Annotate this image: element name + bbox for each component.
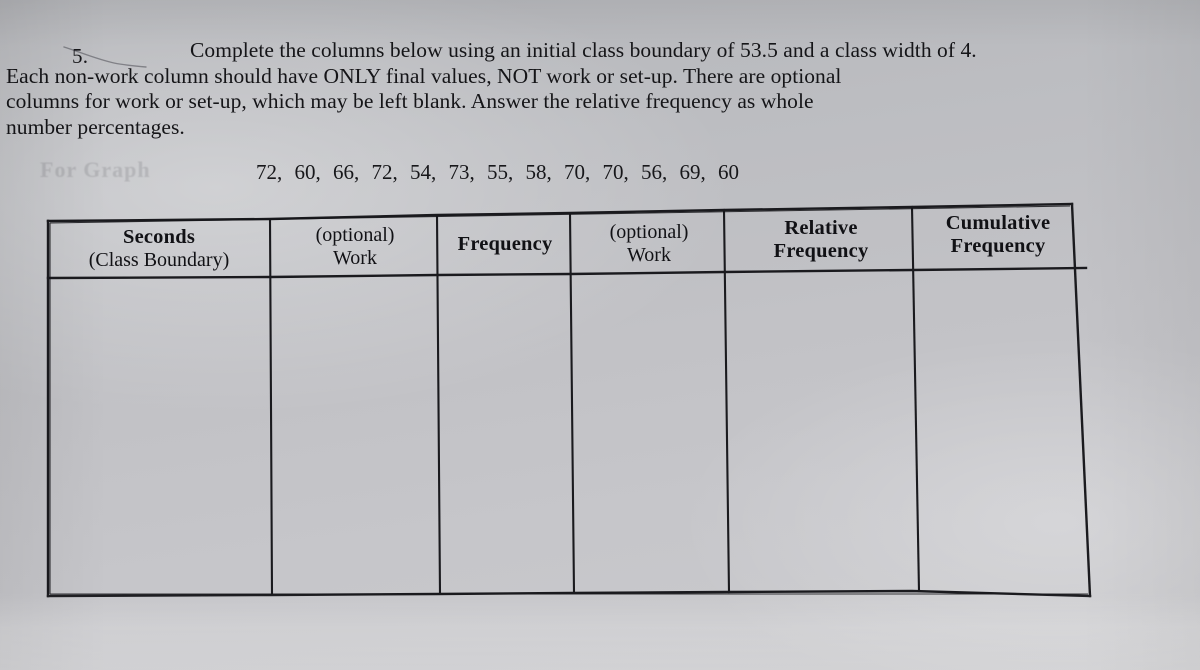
worksheet-page: 5. Complete the columns below using an i… <box>0 0 1200 670</box>
table-cell-work-2[interactable] <box>576 275 725 591</box>
header-optional-label: (optional) <box>315 224 395 246</box>
page-edge-shadow <box>0 592 1200 670</box>
table-cell-relative-frequency[interactable] <box>731 273 913 590</box>
header-cumulative-frequency-label: Frequency <box>950 235 1046 257</box>
header-relative-frequency-label: Frequency <box>773 240 869 262</box>
data-values-list: 72, 60, 66, 72, 54, 73, 55, 58, 70, 70, … <box>256 160 746 185</box>
data-value: 58, <box>525 160 552 184</box>
data-value: 66, <box>333 160 360 184</box>
header-optional-label: (optional) <box>609 221 689 243</box>
data-value: 60 <box>718 160 739 184</box>
data-value: 70, <box>564 160 591 184</box>
header-cumulative-label: Cumulative <box>945 212 1051 234</box>
instructions-line-3: columns for work or set-up, which may be… <box>6 89 814 113</box>
column-header-cumulative-frequency: Cumulative Frequency <box>920 212 1076 258</box>
header-frequency-label: Frequency <box>457 233 553 255</box>
instructions-line-1: Complete the columns below using an init… <box>190 38 977 62</box>
data-value: 70, <box>602 160 629 184</box>
table-cell-seconds[interactable] <box>50 280 268 593</box>
data-value: 73, <box>448 160 475 184</box>
data-value: 69, <box>679 160 706 184</box>
header-class-boundary-label: (Class Boundary) <box>88 249 230 271</box>
data-value: 54, <box>410 160 437 184</box>
header-work-label: Work <box>333 247 377 269</box>
data-value: 72, <box>371 160 398 184</box>
header-seconds-label: Seconds <box>122 226 196 248</box>
instructions-line-4: number percentages. <box>6 114 185 139</box>
instructions-line-2: Each non-work column should have ONLY fi… <box>6 63 842 88</box>
bleed-through-text: For Graph <box>40 157 151 182</box>
column-header-relative-frequency: Relative Frequency <box>730 217 912 263</box>
header-relative-label: Relative <box>784 217 858 239</box>
data-value: 72, <box>256 160 283 184</box>
problem-instructions: Complete the columns below using an init… <box>6 38 1174 140</box>
column-header-optional-work-2: (optional) Work <box>576 221 722 267</box>
data-value: 55, <box>487 160 514 184</box>
column-header-optional-work-1: (optional) Work <box>276 224 434 270</box>
column-header-seconds: Seconds (Class Boundary) <box>54 226 264 272</box>
data-value: 60, <box>294 160 321 184</box>
header-work-label: Work <box>627 244 671 266</box>
table-cell-cumulative-frequency[interactable] <box>921 270 1083 590</box>
table-cell-frequency[interactable] <box>441 276 571 592</box>
column-header-frequency: Frequency <box>441 233 569 256</box>
data-value: 56, <box>641 160 668 184</box>
table-cell-work-1[interactable] <box>273 278 436 593</box>
